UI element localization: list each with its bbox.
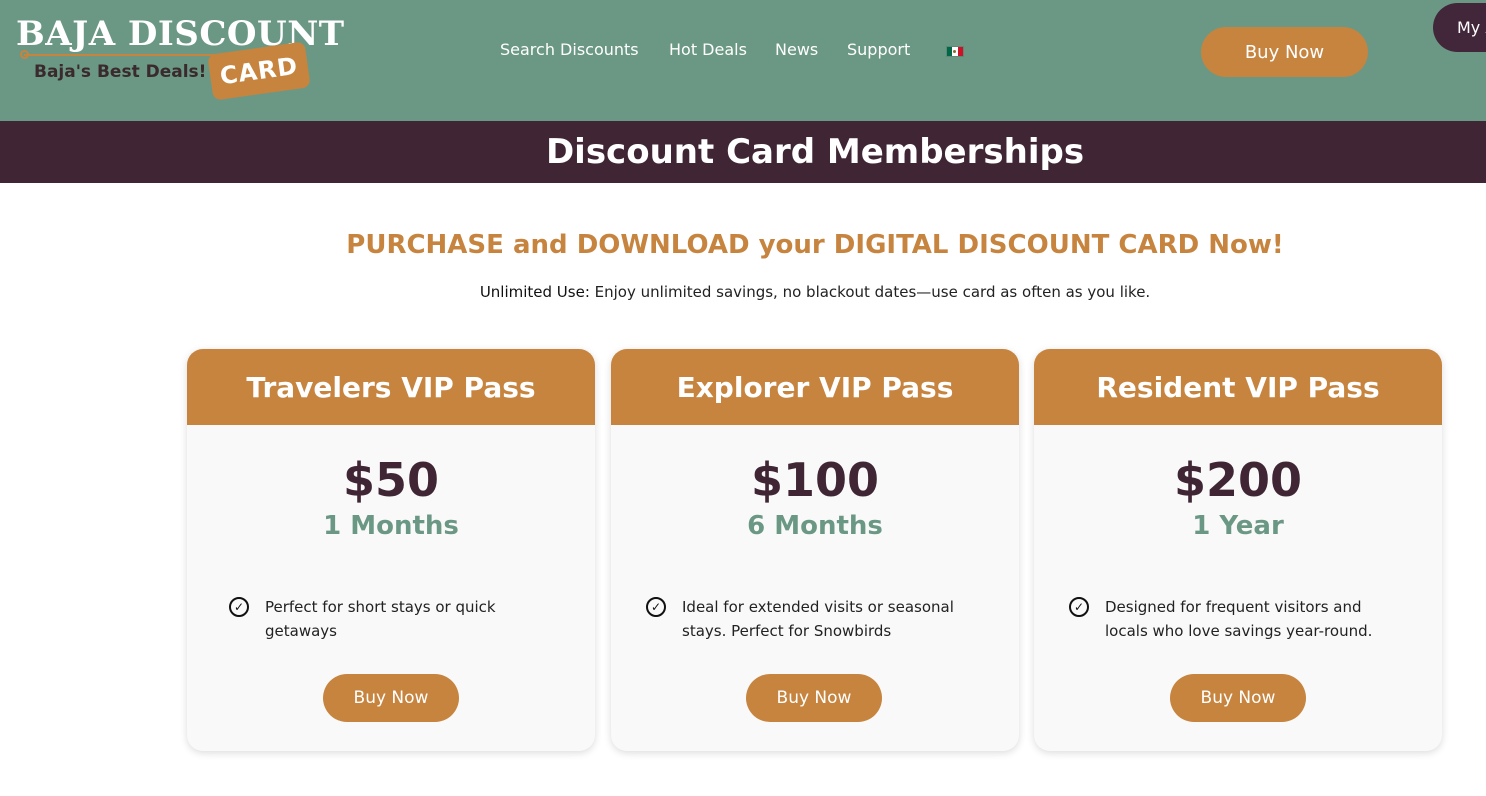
plan-price: $100	[750, 453, 880, 507]
logo-tagline: Baja's Best Deals!	[34, 62, 207, 82]
logo-underline	[24, 54, 220, 56]
plan-period: 6 Months	[747, 511, 883, 541]
plan-card-header: Travelers VIP Pass	[187, 349, 595, 425]
header-buy-now-button[interactable]: Buy Now	[1201, 27, 1368, 77]
plan-card-resident: Resident VIP Pass $200 1 Year ✓ Designed…	[1034, 349, 1442, 751]
plan-name: Travelers VIP Pass	[246, 370, 536, 404]
check-circle-icon: ✓	[229, 597, 249, 617]
plan-feature: ✓ Perfect for short stays or quick getaw…	[229, 595, 535, 643]
plan-name: Explorer VIP Pass	[676, 370, 954, 404]
purchase-headline: PURCHASE and DOWNLOAD your DIGITAL DISCO…	[346, 230, 1284, 260]
page-title: Discount Card Memberships	[545, 132, 1085, 172]
plan-card-travelers: Travelers VIP Pass $50 1 Months ✓ Perfec…	[187, 349, 595, 751]
plan-feature: ✓ Ideal for extended visits or seasonal …	[646, 595, 982, 643]
nav-support[interactable]: Support	[847, 40, 910, 64]
site-header: BAJA DISCOUNT Baja's Best Deals! CARD Se…	[0, 0, 1486, 121]
plan-feature-text: Ideal for extended visits or seasonal st…	[682, 598, 954, 640]
plan-card-explorer: Explorer VIP Pass $100 6 Months ✓ Ideal …	[611, 349, 1019, 751]
unlimited-use-label: Unlimited Use:	[479, 283, 590, 301]
plan-name: Resident VIP Pass	[1096, 370, 1380, 404]
buy-now-button-resident[interactable]: Buy Now	[1170, 674, 1306, 722]
buy-now-button-travelers[interactable]: Buy Now	[323, 674, 459, 722]
plan-feature-text: Perfect for short stays or quick getaway…	[265, 598, 496, 640]
plan-card-header: Resident VIP Pass	[1034, 349, 1442, 425]
mexico-flag-icon[interactable]	[946, 46, 964, 57]
buy-now-button-explorer[interactable]: Buy Now	[746, 674, 882, 722]
plan-price: $50	[342, 453, 440, 507]
check-circle-icon: ✓	[646, 597, 666, 617]
nav-search-discounts[interactable]: Search Discounts	[500, 40, 639, 64]
check-circle-icon: ✓	[1069, 597, 1089, 617]
my-account-button[interactable]: My Account	[1433, 3, 1486, 52]
plan-feature-text: Designed for frequent visitors and local…	[1105, 598, 1373, 640]
unlimited-use-note: Unlimited Use: Enjoy unlimited savings, …	[0, 283, 1486, 301]
plan-period: 1 Months	[323, 511, 459, 541]
unlimited-use-text: Enjoy unlimited savings, no blackout dat…	[589, 283, 1151, 301]
plan-feature: ✓ Designed for frequent visitors and loc…	[1069, 595, 1405, 643]
plan-card-header: Explorer VIP Pass	[611, 349, 1019, 425]
site-logo[interactable]: BAJA DISCOUNT Baja's Best Deals! CARD	[16, 14, 344, 101]
plan-price: $200	[1173, 453, 1303, 507]
nav-hot-deals[interactable]: Hot Deals	[669, 40, 747, 64]
nav-news[interactable]: News	[775, 40, 818, 64]
plan-period: 1 Year	[1192, 511, 1284, 541]
page-title-bar: Discount Card Memberships	[0, 121, 1486, 183]
